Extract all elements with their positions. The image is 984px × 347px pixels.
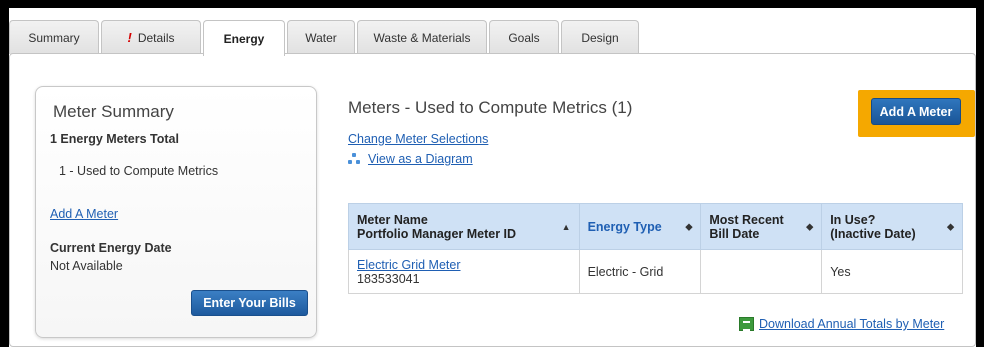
table-header-row: Meter Name Portfolio Manager Meter ID ▲ … — [348, 203, 963, 250]
in-use-cell: Yes — [821, 249, 963, 294]
current-energy-date-value: Not Available — [50, 259, 123, 273]
diagram-icon — [348, 153, 360, 165]
table-row: Electric Grid Meter 183533041 Electric -… — [348, 249, 963, 294]
tab-label: Details — [137, 30, 175, 45]
view-diagram-link[interactable]: View as a Diagram — [348, 152, 473, 166]
meter-name-link[interactable]: Electric Grid Meter — [357, 258, 571, 272]
add-meter-button[interactable]: Add A Meter — [871, 98, 961, 125]
view-diagram-label: View as a Diagram — [368, 152, 473, 166]
meters-used: 1 - Used to Compute Metrics — [59, 164, 219, 178]
download-annual-totals[interactable]: Download Annual Totals by Meter — [739, 317, 944, 331]
tab-waste-materials[interactable]: Waste & Materials — [357, 20, 487, 54]
tab-label: Waste & Materials — [373, 30, 471, 45]
col-label: In Use? — [830, 212, 876, 227]
tab-label: Water — [305, 30, 337, 45]
col-in-use[interactable]: In Use? (Inactive Date) ◆ — [821, 203, 963, 250]
tab-label: Energy — [223, 31, 265, 46]
tab-energy[interactable]: Energy — [203, 20, 285, 56]
tab-summary[interactable]: Summary — [9, 20, 99, 54]
tab-label: Design — [581, 30, 619, 45]
col-label: Most Recent — [709, 212, 784, 227]
tab-design[interactable]: Design — [561, 20, 639, 54]
tab-water[interactable]: Water — [287, 20, 355, 54]
meter-id: 183533041 — [357, 271, 420, 286]
spreadsheet-icon — [739, 317, 754, 331]
recent-bill-cell — [700, 249, 823, 294]
meters-total: 1 Energy Meters Total — [50, 132, 179, 146]
sort-icon: ◆ — [685, 221, 693, 231]
col-label: Energy Type — [587, 219, 662, 234]
tab-label: Goals — [508, 30, 540, 45]
enter-bills-button[interactable]: Enter Your Bills — [191, 290, 308, 316]
change-meter-selections-link[interactable]: Change Meter Selections — [348, 132, 488, 146]
tab-bar: Summary ! Details Energy Water Waste & M… — [9, 20, 641, 56]
tab-goals[interactable]: Goals — [489, 20, 559, 54]
current-energy-date-label: Current Energy Date — [50, 241, 172, 255]
alert-icon: ! — [127, 30, 132, 45]
tab-label: Summary — [28, 30, 80, 45]
add-meter-link[interactable]: Add A Meter — [50, 207, 118, 221]
col-meter-name[interactable]: Meter Name Portfolio Manager Meter ID ▲ — [348, 203, 580, 250]
meter-name-cell: Electric Grid Meter 183533041 — [348, 249, 580, 294]
download-link-label: Download Annual Totals by Meter — [759, 317, 945, 331]
meter-summary-card: Meter Summary 1 Energy Meters Total 1 - … — [35, 86, 317, 338]
sort-asc-icon: ▲ — [561, 221, 571, 232]
col-energy-type[interactable]: Energy Type ◆ — [578, 203, 702, 250]
col-label: Meter Name — [357, 212, 428, 227]
meters-title: Meters - Used to Compute Metrics (1) — [348, 98, 633, 117]
tab-details[interactable]: ! Details — [101, 20, 201, 54]
energy-type-cell: Electric - Grid — [578, 249, 702, 294]
col-label: Bill Date — [709, 226, 760, 241]
col-label: Portfolio Manager Meter ID — [357, 226, 517, 241]
sort-icon: ◆ — [806, 221, 814, 231]
col-recent-bill[interactable]: Most Recent Bill Date ◆ — [700, 203, 823, 250]
col-label: (Inactive Date) — [830, 226, 916, 241]
sort-icon: ◆ — [947, 221, 954, 231]
meter-summary-title: Meter Summary — [53, 102, 174, 121]
meters-table: Meter Name Portfolio Manager Meter ID ▲ … — [348, 203, 963, 294]
